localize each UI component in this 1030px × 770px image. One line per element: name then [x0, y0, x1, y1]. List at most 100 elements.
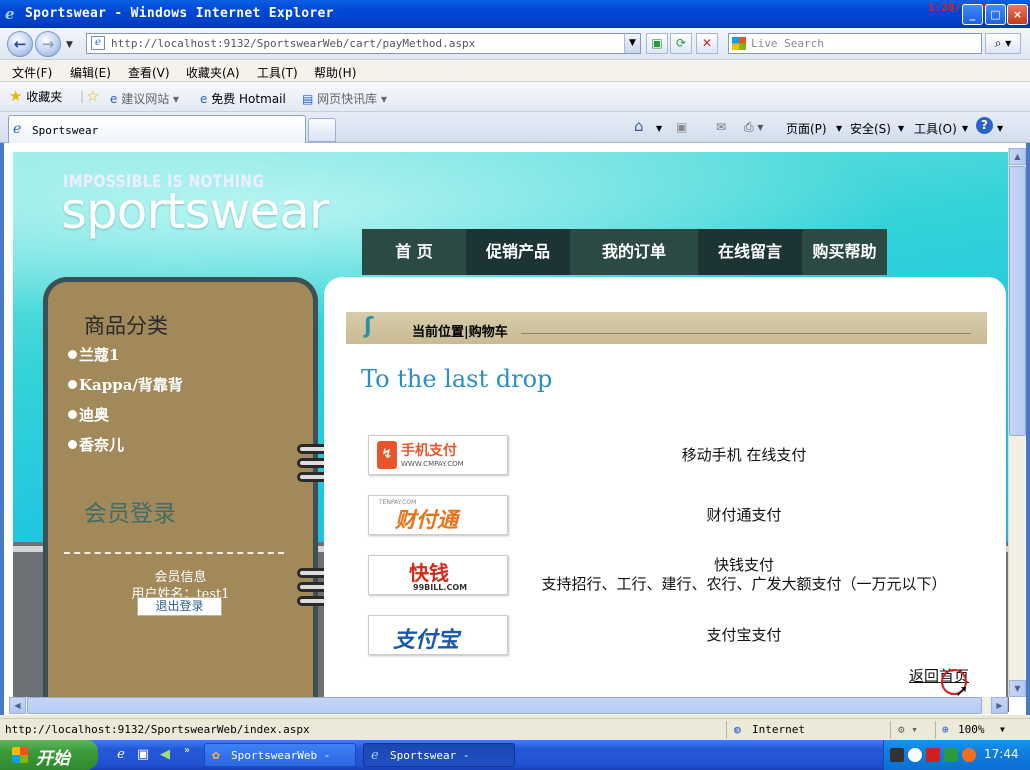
home-dropdown-icon[interactable]: ▼	[656, 124, 662, 133]
favorites-button[interactable]: ★ 收藏夹	[9, 87, 62, 105]
alipay-logo-text: 支付宝	[393, 628, 460, 653]
taskbar-item-sportswearweb[interactable]: ✿SportswearWeb - ...	[204, 743, 356, 767]
tools-menu[interactable]: 工具(O)	[914, 120, 957, 137]
minimize-button[interactable]: _	[962, 4, 983, 25]
scroll-right-icon[interactable]: ▶	[991, 697, 1008, 714]
add-favorite-button[interactable]: ☆	[86, 87, 99, 105]
cmpay-description: 移动手机 在线支付	[681, 446, 807, 464]
web-slice-gallery-link[interactable]: ▤ 网页快讯库 ▾	[302, 90, 387, 107]
tab-bar: e Sportswear ⌂ ▼ ▣ ✉ ⎙ ▾ 页面(P) ▼ 安全(S) ▼…	[0, 112, 1030, 143]
history-dropdown-icon[interactable]: ▼	[66, 40, 73, 50]
window-titlebar: e Sportswear - Windows Internet Explorer…	[0, 0, 1030, 28]
windows-flag-icon	[12, 747, 28, 763]
print-icon[interactable]: ⎙ ▾	[744, 120, 763, 135]
tray-update-icon[interactable]	[962, 748, 976, 762]
tray-keyboard-icon[interactable]	[890, 748, 904, 762]
safety-menu[interactable]: 安全(S)	[850, 120, 891, 137]
quicklaunch-more-icon[interactable]: »	[178, 742, 196, 760]
scroll-down-icon[interactable]: ▼	[1009, 680, 1026, 697]
new-tab-button[interactable]	[308, 118, 336, 142]
99bill-logo-sub: 99BILL.COM	[413, 583, 468, 592]
category-item[interactable]: 香奈儿	[68, 434, 124, 455]
menu-edit[interactable]: 编辑(E)	[70, 64, 111, 81]
back-button[interactable]: ←	[7, 31, 33, 57]
forward-button[interactable]: →	[35, 31, 61, 57]
stop-icon[interactable]: ✕	[696, 33, 718, 54]
help-icon[interactable]: ?	[976, 117, 993, 134]
webpage: IMPOSSIBLE IS NOTHING sportswear 首 页 促销产…	[13, 152, 1009, 712]
start-button[interactable]: 开始	[0, 740, 98, 770]
quicklaunch-ie-icon[interactable]: e	[112, 746, 130, 764]
menu-view[interactable]: 查看(V)	[128, 64, 170, 81]
nav-messages[interactable]: 在线留言	[698, 229, 802, 275]
cmpay-logo-button[interactable]: ↯ 手机支付 WWW.CMPAY.COM	[368, 435, 508, 475]
vertical-scrollbar[interactable]: ▲ ▼	[1008, 148, 1026, 697]
search-placeholder[interactable]: Live Search	[751, 37, 824, 50]
taskbar-item-sportswear-ie[interactable]: eSportswear - Win...	[363, 743, 515, 767]
99bill-description: 快钱支付	[713, 556, 774, 574]
read-mail-icon[interactable]: ✉	[716, 120, 726, 134]
feeds-icon[interactable]: ▣	[676, 120, 687, 134]
nav-help[interactable]: 购买帮助	[802, 229, 887, 275]
logout-button[interactable]: 退出登录	[137, 597, 222, 616]
address-url[interactable]: http://localhost:9132/SportswearWeb/cart…	[111, 37, 475, 50]
maximize-button[interactable]: □	[985, 4, 1006, 25]
tenpay-logo-button[interactable]: TENPAY.COM 财付通	[368, 495, 508, 535]
search-button[interactable]: ⌕ ▾	[985, 33, 1021, 54]
category-item[interactable]: Kappa/背靠背	[68, 374, 183, 395]
hotmail-link[interactable]: e 免费 Hotmail	[200, 90, 286, 107]
zoom-dropdown-icon[interactable]: ▼	[1000, 725, 1005, 734]
search-box[interactable]: Live Search	[728, 33, 982, 54]
horizontal-scroll-thumb[interactable]	[27, 697, 982, 714]
zoom-level[interactable]: 100%	[958, 723, 985, 736]
tray-app-icon[interactable]	[944, 748, 958, 762]
alipay-logo-button[interactable]: 支付宝	[368, 615, 508, 655]
close-button[interactable]: ×	[1007, 4, 1028, 25]
tab-label: Sportswear	[32, 124, 99, 137]
horizontal-scrollbar[interactable]: ◀ ▶	[9, 697, 1008, 714]
security-zone: Internet	[752, 723, 805, 736]
scroll-up-icon[interactable]: ▲	[1009, 148, 1026, 165]
compatibility-icon[interactable]: ▣	[646, 33, 668, 54]
quicklaunch-desktop-icon[interactable]: ▣	[134, 746, 152, 764]
nav-home[interactable]: 首 页	[362, 229, 466, 275]
scroll-left-icon[interactable]: ◀	[9, 697, 26, 714]
refresh-icon[interactable]: ⟳	[670, 33, 692, 54]
nav-promotions[interactable]: 促销产品	[466, 229, 570, 275]
menu-help[interactable]: 帮助(H)	[314, 64, 356, 81]
tenpay-logo-text: 财付通	[395, 508, 458, 532]
quicklaunch-media-icon[interactable]: ◀	[156, 746, 174, 764]
99bill-logo-button[interactable]: 快钱 99BILL.COM	[368, 555, 508, 595]
protected-mode-icon[interactable]: ⚙ ▾	[898, 723, 918, 736]
star-icon: ★	[9, 87, 23, 105]
nav-my-orders[interactable]: 我的订单	[570, 229, 698, 275]
sidebar: 商品分类 兰蔻1 Kappa/背靠背 迪奥 香奈儿 会员登录 会员信息 用户姓名…	[43, 277, 318, 712]
suggested-sites-link[interactable]: e 建议网站 ▾	[110, 90, 179, 107]
ie-page-icon: e	[13, 121, 22, 137]
category-item[interactable]: 迪奥	[68, 404, 109, 425]
tray-network-icon[interactable]	[908, 748, 922, 762]
home-icon[interactable]: ⌂	[634, 117, 644, 135]
help-dropdown-icon[interactable]: ▼	[997, 124, 1003, 133]
arrow-bullet-icon	[68, 380, 77, 389]
alipay-description: 支付宝支付	[706, 626, 782, 644]
add-star-icon: ☆	[86, 87, 100, 105]
vertical-scroll-thumb[interactable]	[1009, 166, 1026, 436]
divider	[64, 552, 284, 554]
category-item[interactable]: 兰蔻1	[68, 344, 119, 365]
favorites-bar: ★ 收藏夹 | ☆ e 建议网站 ▾ e 免费 Hotmail ▤ 网页快讯库 …	[0, 82, 1030, 112]
zoom-icon[interactable]: ⊕	[942, 723, 949, 736]
live-search-icon	[732, 37, 746, 50]
address-bar[interactable]: e http://localhost:9132/SportswearWeb/ca…	[86, 33, 641, 54]
menu-tools[interactable]: 工具(T)	[257, 64, 298, 81]
menu-file[interactable]: 文件(F)	[12, 64, 52, 81]
menu-favorites[interactable]: 收藏夹(A)	[186, 64, 240, 81]
tab-sportswear[interactable]: e Sportswear	[8, 115, 306, 143]
address-dropdown-icon[interactable]: ▼	[624, 34, 640, 53]
arrow-bullet-icon	[68, 440, 77, 449]
page-menu[interactable]: 页面(P)	[786, 120, 827, 137]
system-clock: 17:44	[984, 747, 1019, 761]
tray-security-icon[interactable]	[926, 748, 940, 762]
ie-icon: e	[371, 748, 379, 763]
browser-viewport: IMPOSSIBLE IS NOTHING sportswear 首 页 促销产…	[0, 143, 1030, 715]
